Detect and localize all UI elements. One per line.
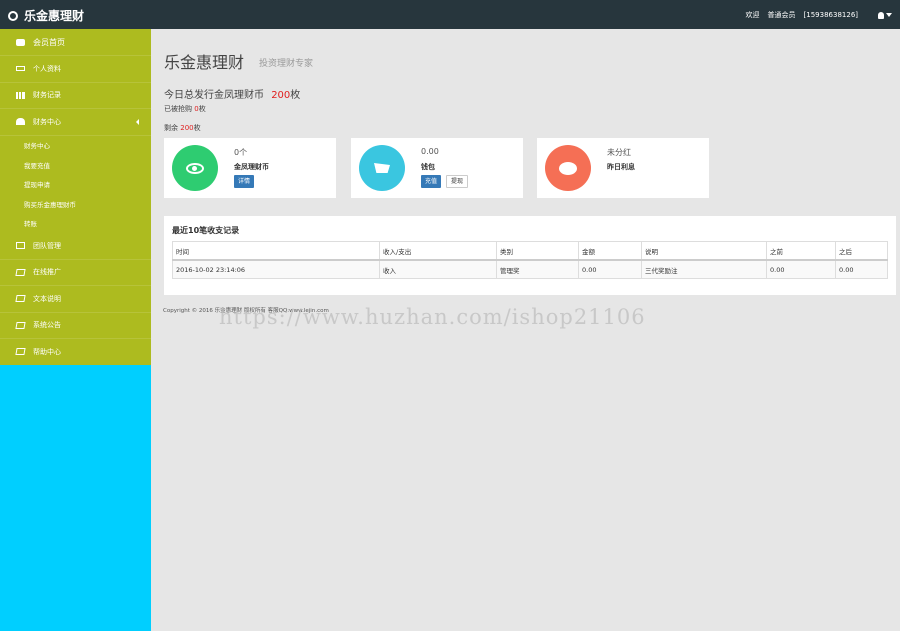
- grabbed-unit: 枚: [198, 105, 206, 113]
- cell-amount: 0.00: [578, 259, 642, 279]
- user-menu[interactable]: [878, 11, 892, 19]
- wallet-card-badge: [359, 145, 405, 191]
- grid-icon: [16, 242, 25, 250]
- brand-title: 乐金惠理财: [24, 9, 85, 23]
- recharge-button[interactable]: 充值: [421, 175, 442, 188]
- sidebar-subitem-recharge[interactable]: 我要充值: [0, 155, 151, 175]
- remaining-amount: 200: [180, 124, 194, 132]
- col-time: 时间: [172, 241, 380, 261]
- sidebar-item-team[interactable]: 团队管理: [0, 233, 151, 260]
- edit-icon: [15, 348, 26, 356]
- welcome-text: 欢迎: [745, 11, 760, 19]
- sidebar-item-label: 团队管理: [33, 241, 61, 250]
- interest-card-badge: [545, 145, 591, 191]
- user-phone: [15938638126]: [803, 11, 858, 19]
- table-header-row: 时间 收入/支出 类别 金额 说明 之前 之后: [172, 241, 888, 261]
- sidebar-item-finance-records[interactable]: 财务记录: [0, 83, 151, 109]
- monitor-icon: [16, 66, 25, 72]
- col-category: 类别: [496, 241, 579, 261]
- records-panel: 最近10笔收支记录 时间 收入/支出 类别 金额 说明 之前 之后 2016-1…: [164, 216, 896, 295]
- user-level: 普通会员: [767, 11, 796, 19]
- dashboard-icon: [16, 38, 25, 46]
- sidebar-item-label: 系统公告: [33, 321, 61, 330]
- issued-unit: 枚: [290, 90, 301, 101]
- sidebar-item-text[interactable]: 文本说明: [0, 286, 151, 313]
- cell-before: 0.00: [766, 259, 836, 279]
- col-note: 说明: [641, 241, 767, 261]
- col-before: 之前: [766, 241, 836, 261]
- cart-icon: [374, 163, 390, 173]
- sidebar-item-label: 文本说明: [33, 294, 61, 303]
- sidebar-item-home[interactable]: 会员首页: [0, 29, 151, 56]
- wallet-balance: 0.00: [421, 147, 439, 156]
- sidebar-item-announcements[interactable]: 系统公告: [0, 313, 151, 339]
- interest-label: 昨日利息: [607, 163, 635, 171]
- issued-amount: 200: [271, 90, 291, 101]
- caret-down-icon: [886, 13, 892, 17]
- chart-icon: [16, 91, 25, 99]
- sidebar-subitem-transfer[interactable]: 转账: [0, 214, 151, 234]
- gear-icon: [8, 10, 18, 21]
- top-bar: 乐金惠理财 欢迎 普通会员 [15938638126]: [0, 0, 900, 29]
- sidebar-item-promotion[interactable]: 在线推广: [0, 260, 151, 286]
- sidebar-item-label: 财务中心: [33, 117, 61, 126]
- withdraw-button[interactable]: 提现: [446, 175, 469, 188]
- cell-type: 收入: [379, 259, 497, 279]
- grabbed-label: 已被抢购: [164, 105, 192, 113]
- eye-icon: [186, 162, 204, 174]
- cell-category: 管理奖: [496, 259, 579, 279]
- page-subtitle: 投资理财专家: [259, 59, 314, 69]
- sidebar-item-finance-center[interactable]: 财务中心: [0, 109, 151, 136]
- sidebar-subitem-finance-center[interactable]: 财务中心: [0, 136, 151, 156]
- dividend-status: 未分红: [607, 148, 631, 157]
- main-content: 乐金惠理财 投资理财专家 今日总发行金凤理财币 200枚 已被抢购 0枚 剩余 …: [151, 29, 900, 631]
- sidebar: 会员首页 个人资料 财务记录 财务中心 财务中心 我要充值 提现申请 购买乐金惠…: [0, 29, 151, 366]
- records-table: 时间 收入/支出 类别 金额 说明 之前 之后 2016-10-02 23:14…: [172, 241, 888, 279]
- sidebar-item-label: 个人资料: [33, 64, 61, 73]
- sidebar-item-label: 会员首页: [33, 37, 65, 47]
- coin-card: 0个 金凤理财币 详情: [164, 138, 336, 198]
- sidebar-subitem-buy-coins[interactable]: 购买乐金惠理财币: [0, 194, 151, 214]
- sidebar-background: [0, 365, 151, 631]
- grabbed-summary: 已被抢购 0枚: [164, 104, 206, 114]
- user-icon: [878, 11, 884, 19]
- details-button[interactable]: 详情: [234, 175, 255, 188]
- coin-card-badge: [172, 145, 218, 191]
- sidebar-item-label: 在线推广: [33, 268, 61, 277]
- coin-count: 0个: [234, 148, 248, 157]
- coin-label: 金凤理财币: [234, 163, 269, 171]
- people-icon: [16, 118, 25, 126]
- sidebar-item-label: 财务记录: [33, 91, 61, 100]
- sidebar-item-profile[interactable]: 个人资料: [0, 56, 151, 83]
- edit-icon: [15, 321, 26, 329]
- user-info: 欢迎 普通会员 [15938638126]: [746, 10, 892, 20]
- interest-card: 未分红 昨日利息: [537, 138, 709, 198]
- brand[interactable]: 乐金惠理财: [8, 7, 84, 24]
- page-title: 乐金惠理财: [164, 53, 245, 72]
- sidebar-item-label: 帮助中心: [33, 347, 61, 356]
- remaining-unit: 枚: [193, 124, 201, 132]
- cell-note: 三代奖励注: [641, 259, 767, 279]
- issued-summary: 今日总发行金凤理财币 200枚: [164, 86, 300, 101]
- edit-icon: [15, 268, 26, 276]
- col-type: 收入/支出: [379, 241, 497, 261]
- col-after: 之后: [835, 241, 888, 261]
- remaining-label: 剩余: [164, 124, 178, 132]
- watermark: https://www.huzhan.com/ishop21106: [219, 305, 646, 329]
- table-row: 2016-10-02 23:14:06 收入 管理奖 0.00 三代奖励注 0.…: [172, 259, 888, 279]
- records-title: 最近10笔收支记录: [172, 226, 240, 235]
- sidebar-subitem-withdraw[interactable]: 提现申请: [0, 175, 151, 195]
- cell-after: 0.00: [835, 259, 888, 279]
- remaining-summary: 剩余 200枚: [164, 123, 201, 133]
- col-amount: 金额: [578, 241, 642, 261]
- sidebar-item-help[interactable]: 帮助中心: [0, 339, 151, 366]
- wallet-card: 0.00 钱包 充值 提现: [351, 138, 523, 198]
- chevron-left-icon: [136, 119, 139, 125]
- edit-icon: [15, 295, 26, 303]
- wallet-label: 钱包: [421, 163, 435, 171]
- issued-label: 今日总发行金凤理财币: [164, 90, 264, 101]
- cell-time: 2016-10-02 23:14:06: [172, 259, 380, 279]
- chat-icon: [559, 161, 577, 175]
